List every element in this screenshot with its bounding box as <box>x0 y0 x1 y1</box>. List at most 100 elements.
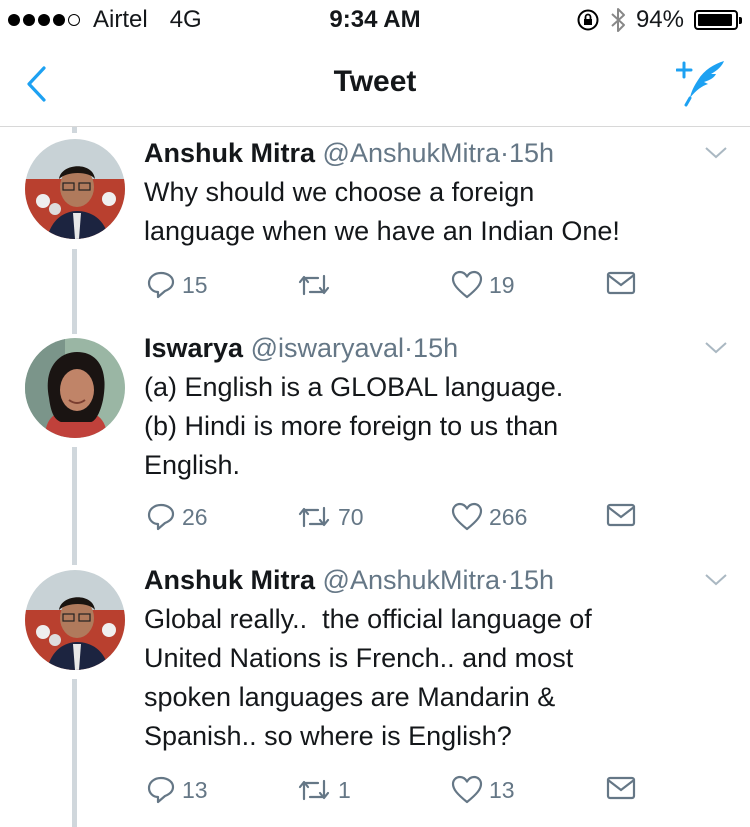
avatar-photo <box>25 570 125 670</box>
status-right: 94% <box>566 6 742 34</box>
thread-line <box>72 679 77 827</box>
reply-icon <box>147 271 175 299</box>
signal-strength-icon <box>8 14 83 26</box>
tweet[interactable]: Iswarya @iswaryaval·15h (a) English is a… <box>0 332 750 565</box>
reply-count: 26 <box>182 503 208 530</box>
signal-dot <box>53 14 65 26</box>
tweet-header: Anshuk Mitra @AnshukMitra·15h <box>144 137 710 169</box>
signal-dot <box>38 14 50 26</box>
thread-line <box>72 249 77 334</box>
thread-line <box>72 127 77 133</box>
heart-icon <box>451 502 483 531</box>
tweet-text: Global really.. the official language of… <box>144 600 710 756</box>
like-count: 19 <box>489 271 515 298</box>
envelope-icon <box>606 503 636 527</box>
tweet-actions: 26 70 266 <box>144 502 644 536</box>
retweet-button[interactable] <box>296 270 338 300</box>
tweet-line: (b) Hindi is more foreign to us than <box>144 411 559 441</box>
tweet-text: Why should we choose a foreign language … <box>144 173 710 251</box>
like-button[interactable]: 266 <box>451 502 527 532</box>
retweet-button[interactable]: 70 <box>296 502 364 532</box>
separator: · <box>404 333 414 363</box>
author-handle[interactable]: @AnshukMitra <box>323 565 500 595</box>
tweet-line: United Nations is French.. and most <box>144 643 574 673</box>
tweet-content: Anshuk Mitra @AnshukMitra·15h Global rea… <box>144 564 710 756</box>
avatar-photo <box>25 338 125 438</box>
heart-icon <box>451 270 483 299</box>
reply-button[interactable]: 26 <box>146 502 208 532</box>
bluetooth-icon <box>611 8 625 32</box>
direct-message-button[interactable] <box>606 502 642 528</box>
tweet[interactable]: Anshuk Mitra @AnshukMitra·15h Global rea… <box>0 564 750 827</box>
avatar-photo <box>25 139 125 239</box>
author-handle[interactable]: @iswaryaval <box>251 333 404 363</box>
avatar[interactable] <box>25 570 125 670</box>
like-count: 13 <box>489 776 515 803</box>
battery-percent: 94% <box>635 6 684 33</box>
avatar[interactable] <box>25 139 125 239</box>
timestamp: 15h <box>413 333 459 363</box>
network-type: 4G <box>169 6 202 33</box>
heart-icon <box>451 775 483 804</box>
tweet-content: Iswarya @iswaryaval·15h (a) English is a… <box>144 332 710 485</box>
like-count: 266 <box>489 503 528 530</box>
battery-fill <box>698 14 732 26</box>
direct-message-button[interactable] <box>606 270 642 296</box>
reply-count: 13 <box>182 776 208 803</box>
signal-dot-empty <box>68 14 80 26</box>
chevron-down-icon[interactable] <box>704 572 728 588</box>
tweet-line: Global really.. the official language of <box>144 604 592 634</box>
tweet-line: (a) English is a GLOBAL language. <box>144 372 564 402</box>
tweet-line: Spanish.. so where is English? <box>144 721 512 751</box>
avatar[interactable] <box>25 338 125 438</box>
battery-icon <box>694 10 742 30</box>
reply-button[interactable]: 15 <box>146 270 208 300</box>
retweet-button[interactable]: 1 <box>296 775 351 805</box>
retweet-icon <box>298 274 330 296</box>
signal-dot <box>23 14 35 26</box>
reply-count: 15 <box>182 271 208 298</box>
tweet-actions: 15 19 <box>144 270 644 304</box>
tweet-line: language when we have an Indian One! <box>144 216 620 246</box>
reply-icon <box>147 503 175 531</box>
page-title: Tweet <box>333 65 417 98</box>
retweet-count: 70 <box>338 503 364 530</box>
retweet-icon <box>298 506 330 528</box>
tweet-line: spoken languages are Mandarin & <box>144 682 556 712</box>
envelope-icon <box>606 776 636 800</box>
navigation-bar: Tweet <box>0 40 750 127</box>
separator: · <box>500 565 510 595</box>
thread-line <box>72 447 77 565</box>
timestamp: 15h <box>509 565 555 595</box>
separator: · <box>500 138 510 168</box>
chevron-down-icon[interactable] <box>704 145 728 161</box>
direct-message-button[interactable] <box>606 775 642 801</box>
retweet-icon <box>298 779 330 801</box>
author-name[interactable]: Anshuk Mitra <box>144 565 315 595</box>
status-left: Airtel 4G <box>8 6 202 34</box>
status-bar: Airtel 4G 9:34 AM 94% <box>0 0 750 40</box>
carrier-name: Airtel <box>93 6 148 33</box>
tweet-header: Anshuk Mitra @AnshukMitra·15h <box>144 564 710 596</box>
signal-dot <box>8 14 20 26</box>
reply-icon <box>147 776 175 804</box>
tweet[interactable]: Anshuk Mitra @AnshukMitra·15h Why should… <box>0 127 750 334</box>
tweet-line: English. <box>144 450 241 480</box>
timestamp: 15h <box>509 138 555 168</box>
reply-button[interactable]: 13 <box>146 775 208 805</box>
tweet-actions: 13 1 13 <box>144 775 644 809</box>
tweet-content: Anshuk Mitra @AnshukMitra·15h Why should… <box>144 137 710 251</box>
tweet-text: (a) English is a GLOBAL language. (b) Hi… <box>144 368 710 485</box>
tweet-line: Why should we choose a foreign <box>144 177 535 207</box>
compose-tweet-icon[interactable] <box>676 58 728 108</box>
like-button[interactable]: 13 <box>451 775 515 805</box>
envelope-icon <box>606 271 636 295</box>
chevron-down-icon[interactable] <box>704 340 728 356</box>
author-name[interactable]: Anshuk Mitra <box>144 138 315 168</box>
rotation-lock-icon <box>577 9 599 31</box>
retweet-count: 1 <box>338 776 351 803</box>
author-handle[interactable]: @AnshukMitra <box>323 138 500 168</box>
tweet-header: Iswarya @iswaryaval·15h <box>144 332 710 364</box>
like-button[interactable]: 19 <box>451 270 515 300</box>
author-name[interactable]: Iswarya <box>144 333 243 363</box>
